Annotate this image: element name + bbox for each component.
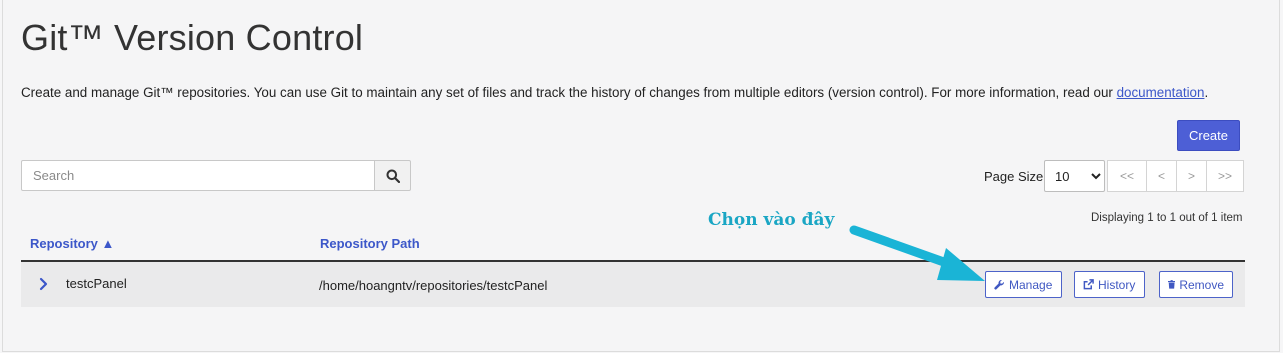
manage-label: Manage [1009,277,1053,292]
first-page-button[interactable]: << [1107,160,1147,192]
wrench-icon [994,279,1004,290]
external-link-icon [1083,279,1094,290]
description-text: Create and manage Git™ repositories. You… [21,85,1117,100]
page-description: Create and manage Git™ repositories. You… [21,85,1208,100]
remove-button[interactable]: Remove [1159,271,1233,298]
prev-page-button[interactable]: < [1146,160,1177,192]
column-header-repository[interactable]: Repository ▲ [30,236,114,251]
repository-name: testcPanel [66,276,127,291]
search-icon [386,169,400,183]
chevron-right-icon[interactable] [38,277,50,291]
page-size-label: Page Size [984,169,1044,184]
description-end: . [1204,85,1209,100]
search-input[interactable] [21,160,375,191]
annotation-text: Chọn vào đây [708,210,835,230]
page-size-select[interactable]: 10 [1044,160,1105,192]
repository-path: /home/hoangntv/repositories/testcPanel [319,278,548,293]
manage-button[interactable]: Manage [985,271,1062,298]
search-button[interactable] [374,160,411,191]
last-page-button[interactable]: >> [1206,160,1244,192]
history-button[interactable]: History [1074,271,1145,298]
displaying-count: Displaying 1 to 1 out of 1 item [1091,212,1243,224]
documentation-link[interactable]: documentation [1117,85,1205,100]
column-header-repository-path[interactable]: Repository Path [320,236,420,251]
next-page-button[interactable]: > [1176,160,1207,192]
pagination: << < > >> [1107,160,1244,192]
history-label: History [1098,277,1136,292]
page-title: Git™ Version Control [21,17,364,58]
create-button[interactable]: Create [1177,120,1240,151]
trash-icon [1168,280,1176,289]
remove-label: Remove [1179,277,1224,292]
